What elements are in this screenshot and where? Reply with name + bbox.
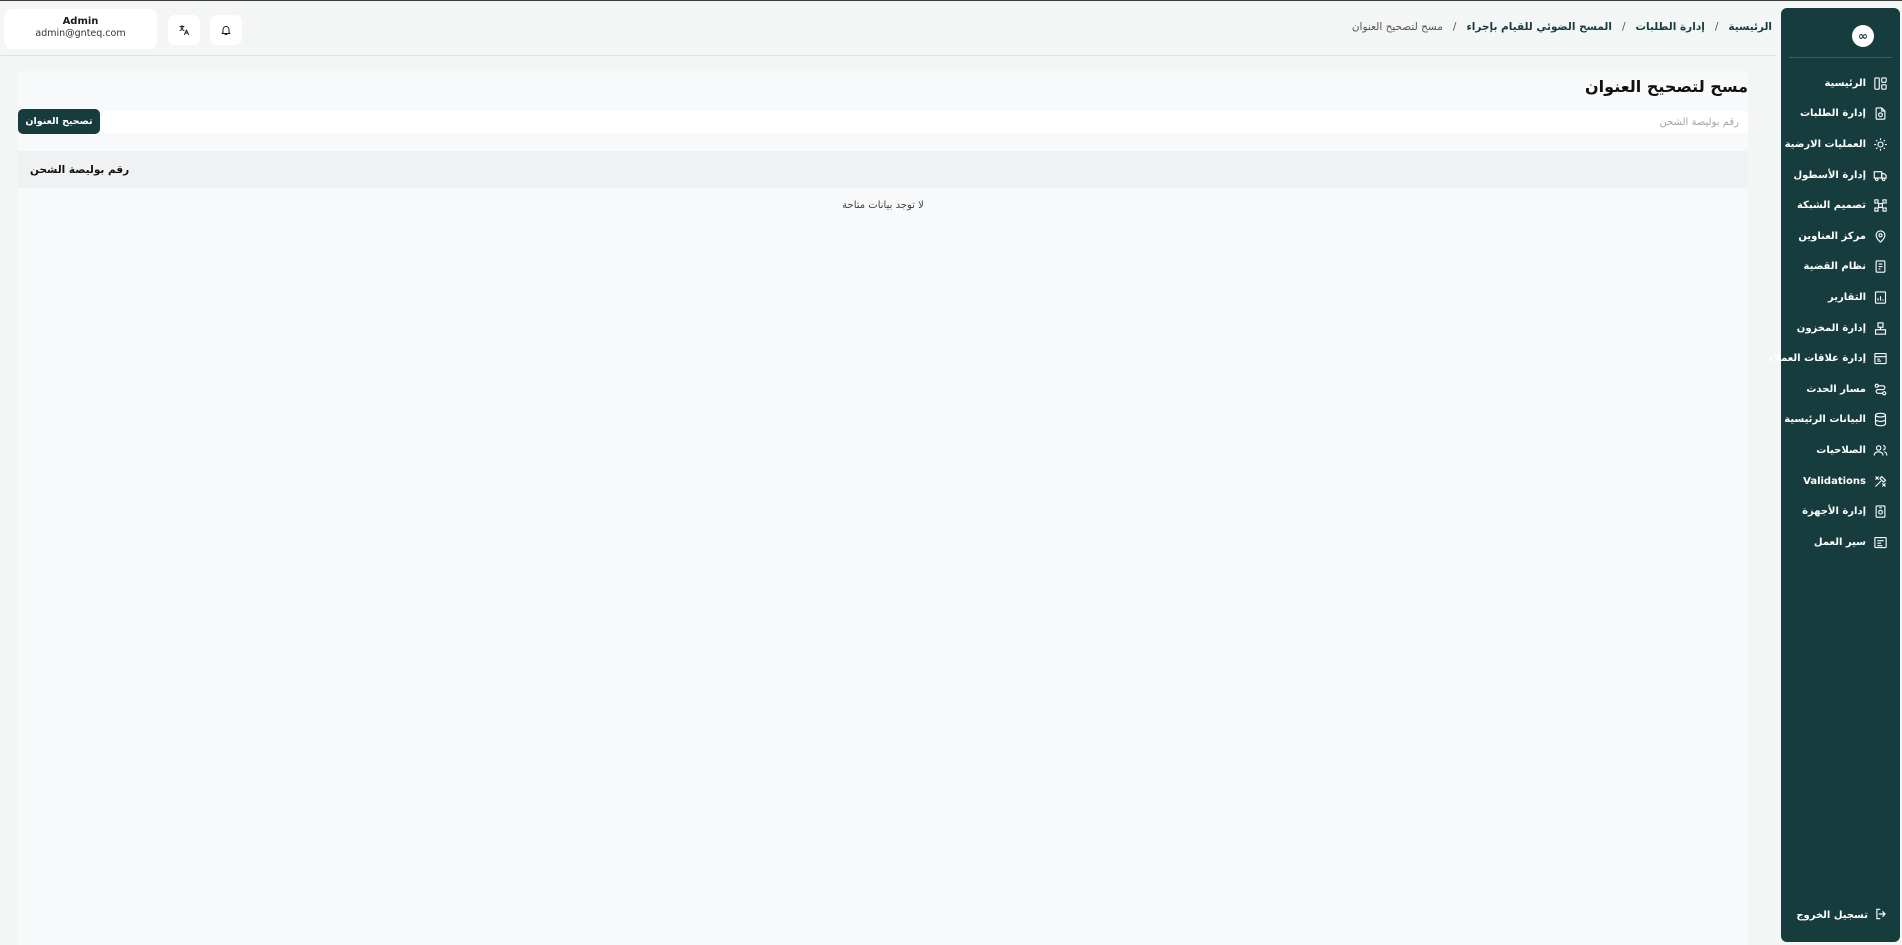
users-icon (1872, 442, 1888, 458)
truck-icon (1872, 167, 1888, 183)
sidebar-item-label: الصلاحيات (1816, 444, 1866, 456)
main-panel: مسح لتصحيح العنوان تصحيح العنوان رقم بول… (18, 71, 1748, 945)
user-email: admin@gnteq.com (35, 28, 126, 39)
bell-icon (220, 21, 232, 40)
waybill-search-input[interactable] (102, 111, 1748, 133)
breadcrumb: الرئيسية / إدارة الطلبات / المسح الضوئي … (1352, 21, 1772, 33)
sidebar-item-label: تصميم الشبكة (1796, 200, 1866, 212)
sidebar-item-label: البيانات الرئيسية (1784, 414, 1866, 426)
sidebar: ∞ الرئيسية إدارة الطلبات العمليات الارضي… (1768, 8, 1900, 942)
translate-button[interactable] (168, 15, 200, 45)
sidebar-item-cases[interactable]: نظام القضية (1781, 252, 1900, 283)
sidebar-item-inventory[interactable]: إدارة المخزون (1781, 313, 1900, 344)
sidebar-item-label: إدارة المخزون (1796, 322, 1866, 334)
sidebar-item-permissions[interactable]: الصلاحيات (1781, 435, 1900, 466)
device-icon (1872, 504, 1888, 520)
home-layout-icon (1872, 75, 1888, 91)
workflow-icon (1872, 534, 1888, 550)
breadcrumb-separator: / (1621, 21, 1626, 33)
sidebar-item-label: إدارة الأجهزة (1802, 506, 1866, 518)
reports-icon (1872, 289, 1888, 305)
sidebar-item-label: إدارة الطلبات (1799, 108, 1866, 120)
sidebar-item-label: إدارة الأسطول (1793, 169, 1866, 181)
logo[interactable]: ∞ (1852, 24, 1874, 47)
breadcrumb-scan[interactable]: المسح الضوئي للقيام بإجراء (1466, 21, 1612, 33)
sidebar-item-master-data[interactable]: البيانات الرئيسية (1781, 405, 1900, 436)
sidebar-item-event-route[interactable]: مسار الحدث (1781, 374, 1900, 405)
logo-area: ∞ (1789, 8, 1892, 58)
sidebar-item-validations[interactable]: Validations (1781, 466, 1900, 497)
sidebar-item-ground-operations[interactable]: العمليات الارضية (1781, 129, 1900, 160)
breadcrumb-home[interactable]: الرئيسية (1728, 21, 1772, 33)
route-icon (1872, 381, 1888, 397)
page-title: مسح لتصحيح العنوان (1585, 77, 1748, 96)
sidebar-item-addresses[interactable]: مركز العناوين (1781, 221, 1900, 252)
orders-icon (1872, 106, 1888, 122)
breadcrumb-separator: / (1452, 21, 1457, 33)
sidebar-item-label: Validations (1803, 475, 1866, 487)
breadcrumb-current: مسح لتصحيح العنوان (1351, 21, 1443, 33)
sidebar-item-label: مسار الحدث (1806, 383, 1866, 395)
sidebar-item-fleet[interactable]: إدارة الأسطول (1781, 160, 1900, 191)
sidebar-item-devices[interactable]: إدارة الأجهزة (1781, 496, 1900, 527)
ground-operations-icon (1872, 136, 1888, 152)
sidebar-item-crm[interactable]: إدارة علاقات العملاء (1768, 343, 1900, 374)
sidebar-item-label: مركز العناوين (1798, 230, 1866, 242)
tools-icon (1872, 473, 1888, 489)
sidebar-item-network[interactable]: تصميم الشبكة (1781, 190, 1900, 221)
sidebar-item-label: التقارير (1828, 291, 1866, 303)
sidebar-item-orders[interactable]: إدارة الطلبات (1781, 99, 1900, 130)
sidebar-item-workflow[interactable]: سير العمل (1781, 527, 1900, 558)
translate-icon (178, 21, 190, 40)
sidebar-item-label: سير العمل (1813, 536, 1866, 548)
sidebar-item-label: نظام القضية (1803, 261, 1866, 273)
sidebar-item-label: إدارة علاقات العملاء (1768, 353, 1866, 365)
sidebar-item-reports[interactable]: التقارير (1781, 282, 1900, 313)
database-icon (1872, 412, 1888, 428)
logout-button[interactable]: تسجيل الخروج (1796, 907, 1888, 924)
notifications-button[interactable] (210, 15, 242, 45)
column-header-waybill: رقم بوليصة الشحن (30, 163, 130, 176)
sidebar-item-home[interactable]: الرئيسية (1781, 68, 1900, 99)
breadcrumb-orders[interactable]: إدارة الطلبات (1635, 21, 1704, 33)
breadcrumb-separator: / (1714, 21, 1719, 33)
inventory-icon (1872, 320, 1888, 336)
logout-icon (1874, 907, 1888, 924)
user-card[interactable]: Admin admin@gnteq.com (4, 9, 157, 49)
crm-icon (1872, 351, 1888, 367)
sidebar-item-label: الرئيسية (1824, 77, 1866, 89)
network-icon (1872, 198, 1888, 214)
sidebar-nav: الرئيسية إدارة الطلبات العمليات الارضية … (1768, 68, 1900, 558)
table-header: رقم بوليصة الشحن (18, 151, 1748, 188)
top-header: Admin admin@gnteq.com الرئيسية / إدارة ا… (0, 2, 1776, 56)
case-icon (1872, 259, 1888, 275)
empty-state-message: لا توجد بيانات متاحة (842, 200, 924, 211)
fix-address-button[interactable]: تصحيح العنوان (18, 109, 100, 134)
sidebar-item-label: العمليات الارضية (1784, 138, 1866, 150)
logout-label: تسجيل الخروج (1796, 910, 1868, 921)
location-pin-icon (1872, 228, 1888, 244)
user-name: Admin (62, 16, 99, 27)
